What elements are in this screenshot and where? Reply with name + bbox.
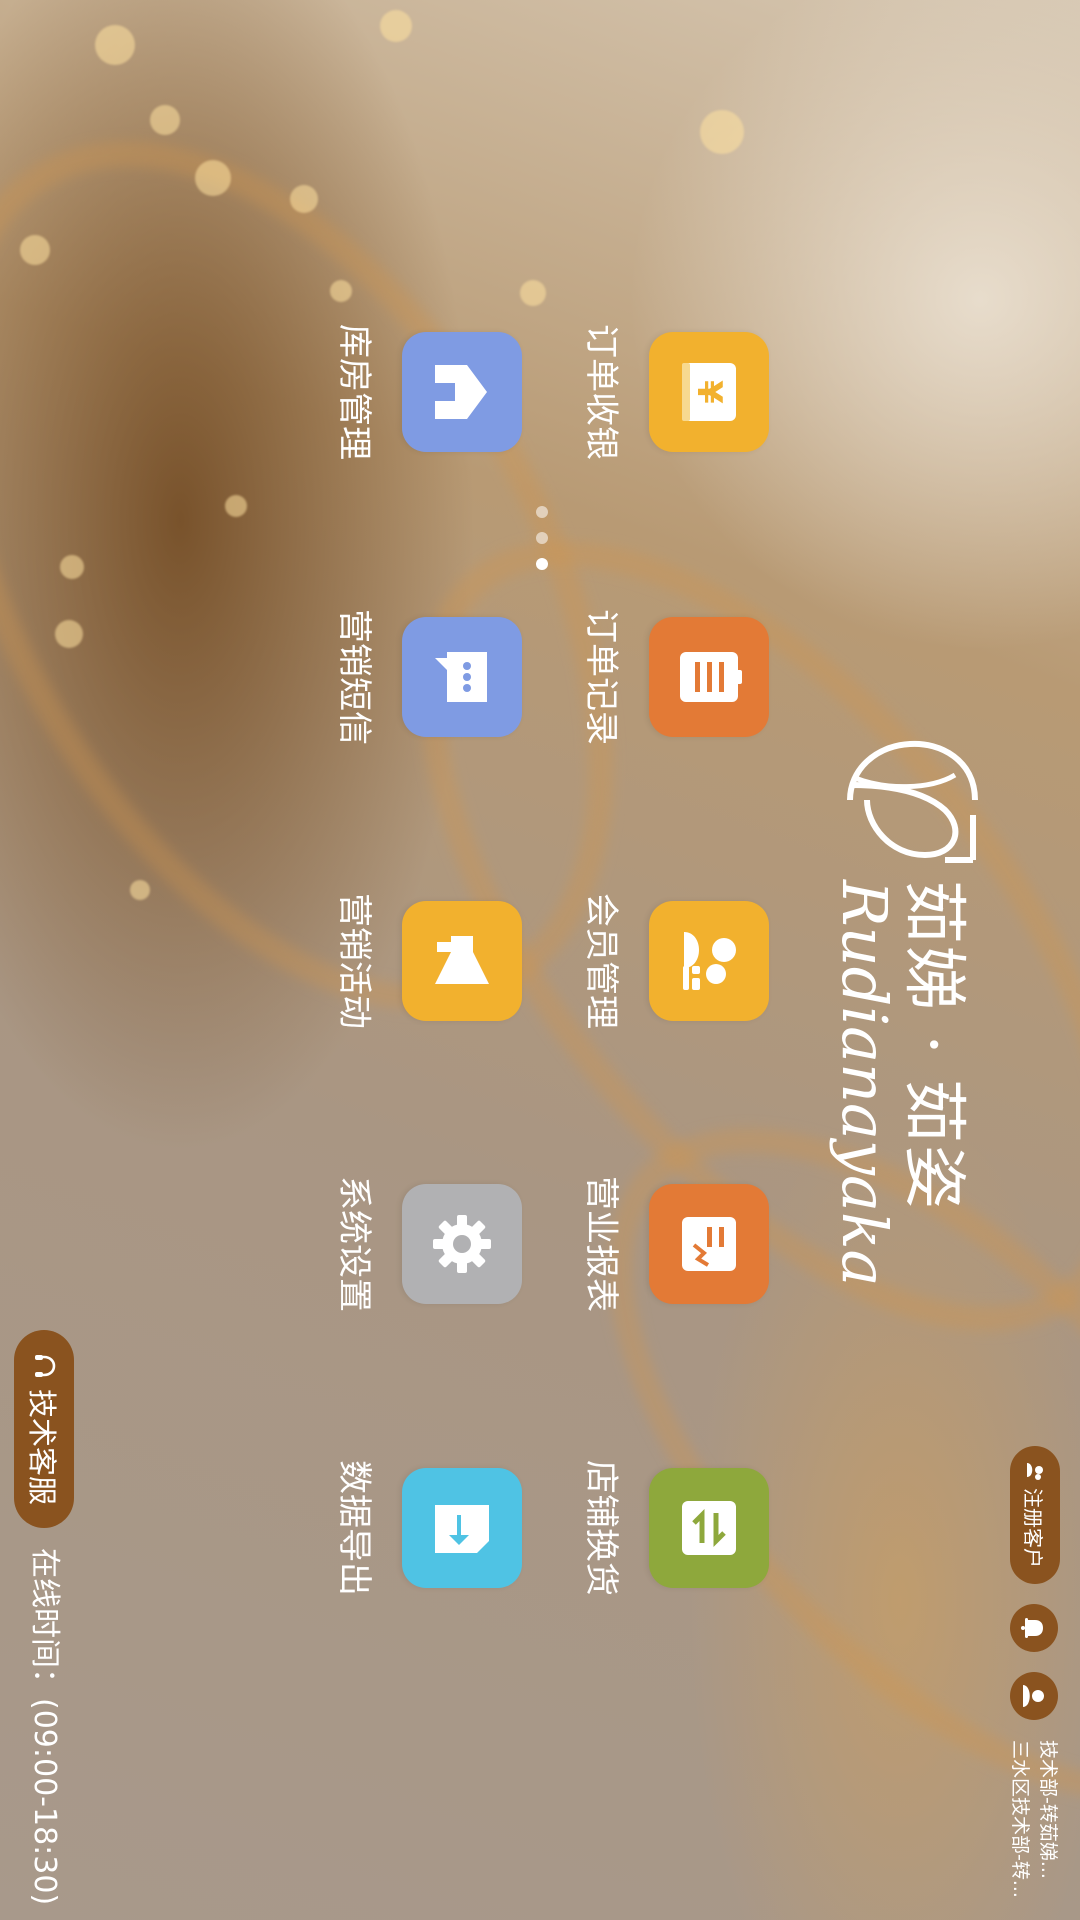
tech-support-button[interactable]: 技术客服 (14, 1330, 74, 1528)
page-dot[interactable] (536, 506, 548, 518)
tile-marketing-sms[interactable]: 营销短信 (333, 609, 522, 745)
profile-button[interactable] (1010, 1672, 1058, 1720)
order-list-icon (680, 652, 742, 702)
settings-icon (433, 1215, 491, 1273)
exchange-icon (682, 1501, 736, 1555)
staff-line-2: 三水区技术部-转... (1009, 1740, 1031, 1898)
online-hours: 在线时间：(09:00-18:30) (27, 1548, 62, 1906)
page-dot-active[interactable] (536, 558, 548, 570)
bell-icon (1021, 1618, 1043, 1638)
sms-icon (435, 652, 487, 702)
report-icon (682, 1217, 736, 1271)
register-customer-button[interactable]: 注册客户 (1010, 1446, 1060, 1584)
tile-label: 系统设置 (334, 1176, 374, 1312)
tile-label: 库房管理 (334, 324, 374, 460)
tile-label: 店铺换货 (581, 1460, 621, 1596)
page-dot[interactable] (536, 532, 548, 544)
tile-label: 数据导出 (334, 1460, 374, 1596)
cashier-icon: ¥ (682, 363, 736, 421)
tile-label: 营销活动 (334, 893, 374, 1029)
warehouse-icon (435, 365, 487, 419)
staff-line-1: 技术部-转茹娣... (1037, 1740, 1059, 1879)
headset-icon (35, 1354, 56, 1377)
tile-label: 营业报表 (581, 1176, 621, 1312)
tile-order-cashier[interactable]: ¥ 订单收银 (580, 324, 769, 460)
tile-system-settings[interactable]: 系统设置 (333, 1176, 522, 1312)
brand-logo: 茹娣 · 茹姿 Rudianayaka (828, 730, 985, 1287)
member-icon (683, 932, 736, 990)
logo-mark-icon (847, 740, 978, 863)
svg-text:¥: ¥ (689, 380, 729, 404)
brand-name-en: Rudianayaka (828, 880, 901, 1287)
export-icon (435, 1505, 489, 1553)
tile-marketing-campaign[interactable]: 营销活动 (333, 893, 522, 1029)
tile-label: 营销短信 (334, 609, 374, 745)
user-icon (1023, 1685, 1044, 1707)
tile-label: 订单记录 (581, 609, 621, 745)
tile-warehouse-management[interactable]: 库房管理 (333, 324, 522, 460)
tile-member-management[interactable]: 会员管理 (580, 893, 769, 1029)
notification-button[interactable] (1010, 1604, 1058, 1652)
megaphone-icon (435, 936, 489, 984)
page-indicator (536, 506, 548, 570)
tile-business-report[interactable]: 营业报表 (580, 1176, 769, 1312)
users-icon (1027, 1463, 1043, 1480)
tile-order-records[interactable]: 订单记录 (580, 609, 769, 745)
tile-data-export[interactable]: 数据导出 (333, 1460, 522, 1596)
tile-label: 会员管理 (581, 893, 621, 1029)
tile-store-exchange[interactable]: 店铺换货 (580, 1460, 769, 1596)
staff-info: 技术部-转茹娣... 三水区技术部-转... (1006, 1740, 1062, 1898)
landscape-content: 茹娣 · 茹姿 Rudianayaka ¥ 订单收银 订单记录 会员管理 营业报… (0, 0, 1080, 1920)
tile-label: 订单收银 (581, 324, 621, 460)
tech-support-label: 技术客服 (25, 1388, 59, 1505)
brand-name-cn: 茹娣 · 茹姿 (896, 880, 970, 1212)
register-customer-label: 注册客户 (1021, 1488, 1046, 1568)
